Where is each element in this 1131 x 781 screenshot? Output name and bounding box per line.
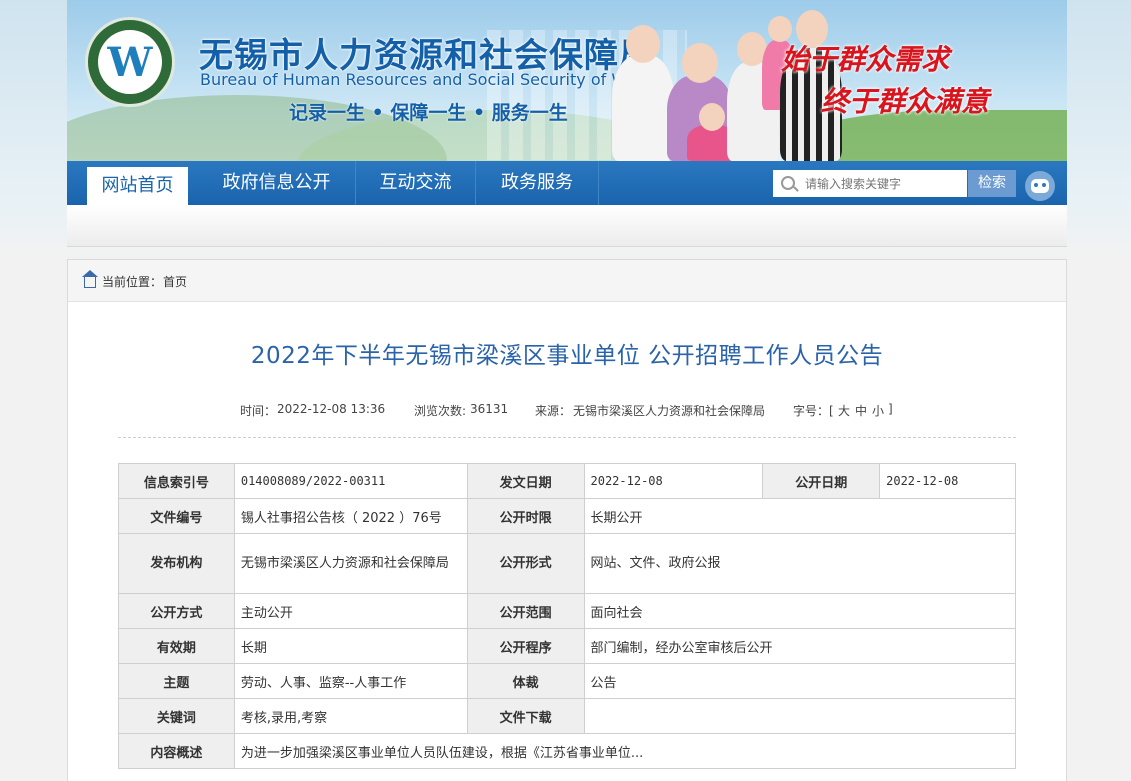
- article-title: 2022年下半年无锡市梁溪区事业单位 公开招聘工作人员公告: [250, 343, 884, 369]
- download-link[interactable]: [583, 698, 1016, 734]
- publisher-value: 无锡市梁溪区人力资源和社会保障局: [233, 533, 468, 594]
- validity-label: 有效期: [118, 628, 235, 664]
- open-period-label: 公开时限: [466, 498, 585, 534]
- validity-value: 长期: [233, 628, 468, 664]
- publisher-label: 发布机构: [118, 533, 235, 594]
- search-button[interactable]: 检索: [968, 170, 1016, 197]
- doc-no-label: 文件编号: [118, 498, 235, 534]
- family-photo: [612, 0, 842, 161]
- open-form-value: 网站、文件、政府公报: [583, 533, 1016, 594]
- home-icon: [82, 270, 98, 288]
- open-mode-value: 主动公开: [233, 593, 468, 629]
- header-banner: W 无锡市人力资源和社会保障局 Bureau of Human Resource…: [67, 0, 1067, 161]
- views-label: 浏览次数:: [414, 404, 467, 418]
- open-procedure-label: 公开程序: [466, 628, 585, 664]
- table-row: 公开方式 主动公开 公开范围 面向社会: [118, 593, 1016, 629]
- time-label: 时间：: [240, 404, 277, 418]
- open-period-value: 长期公开: [583, 498, 1016, 534]
- issue-date-label: 发文日期: [466, 463, 585, 499]
- font-size-end: ]: [888, 402, 893, 416]
- person-figure: [612, 25, 674, 161]
- info-table: 信息索引号 014008089/2022-00311 发文日期 2022-12-…: [118, 463, 1017, 769]
- breadcrumb: 当前位置： 首页: [68, 260, 1066, 302]
- view-count: 36131: [470, 402, 509, 416]
- nav-item-gov-services[interactable]: 政务服务: [476, 161, 599, 205]
- robot-assistant-icon[interactable]: [1025, 171, 1055, 201]
- open-form-label: 公开形式: [466, 533, 585, 594]
- bureau-logo[interactable]: W: [85, 17, 175, 107]
- breadcrumb-label: 当前位置：: [102, 275, 163, 289]
- index-no-label: 信息索引号: [118, 463, 235, 499]
- table-row: 发布机构 无锡市梁溪区人力资源和社会保障局 公开形式 网站、文件、政府公报: [118, 533, 1016, 594]
- download-label: 文件下载: [466, 698, 585, 734]
- open-procedure-value: 部门编制，经办公室审核后公开: [583, 628, 1016, 664]
- publish-time: 2022-12-08 13:36: [277, 402, 386, 416]
- subject-value: 劳动、人事、监察--人事工作: [233, 663, 468, 699]
- logo-mark-icon: W: [98, 30, 162, 94]
- motto-line-1: 始于群众需求: [781, 43, 950, 76]
- meta-divider: [118, 437, 1016, 438]
- nav-item-interaction[interactable]: 互动交流: [356, 161, 476, 205]
- font-size-large-button[interactable]: 大: [838, 402, 850, 419]
- main-nav: 网站首页 政府信息公开 互动交流 政务服务 检索: [67, 161, 1067, 205]
- font-size-medium-button[interactable]: 中: [855, 402, 867, 419]
- table-row: 主题 劳动、人事、监察--人事工作 体裁 公告: [118, 663, 1016, 699]
- open-date-value: 2022-12-08: [879, 463, 1016, 499]
- source-label: 来源：: [535, 404, 572, 418]
- font-size-small-button[interactable]: 小: [872, 402, 884, 419]
- keywords-label: 关键词: [118, 698, 235, 734]
- open-scope-value: 面向社会: [583, 593, 1016, 629]
- table-row: 文件编号 锡人社事招公告核（ 2022 ）76号 公开时限 长期公开: [118, 498, 1016, 534]
- doc-no-value: 锡人社事招公告核（ 2022 ）76号: [233, 498, 468, 534]
- table-row: 有效期 长期 公开程序 部门编制，经办公室审核后公开: [118, 628, 1016, 664]
- genre-label: 体裁: [466, 663, 585, 699]
- keywords-value: 考核,录用,考察: [233, 698, 468, 734]
- content-panel: 当前位置： 首页 2022年下半年无锡市梁溪区事业单位 公开招聘工作人员公告 时…: [67, 259, 1067, 781]
- nav-item-home[interactable]: 网站首页: [87, 167, 188, 205]
- issue-date-value: 2022-12-08: [583, 463, 764, 499]
- subject-label: 主题: [118, 663, 235, 699]
- search-input[interactable]: [773, 170, 967, 197]
- nav-item-gov-info[interactable]: 政府信息公开: [198, 161, 356, 205]
- slogan: 记录一生 • 保障一生 • 服务一生: [289, 102, 568, 124]
- sub-nav-bar: [67, 205, 1067, 247]
- index-no-value: 014008089/2022-00311: [233, 463, 468, 499]
- genre-value: 公告: [583, 663, 1016, 699]
- site-title-en: Bureau of Human Resources and Social Sec…: [200, 70, 653, 89]
- breadcrumb-home-link[interactable]: 首页: [163, 273, 187, 290]
- table-row: 内容概述 为进一步加强梁溪区事业单位人员队伍建设，根据《江苏省事业单位...: [118, 733, 1017, 769]
- search-icon: [781, 176, 795, 190]
- font-size-label: 字号：[: [793, 404, 834, 418]
- open-mode-label: 公开方式: [118, 593, 235, 629]
- summary-label: 内容概述: [118, 733, 235, 769]
- summary-value: 为进一步加强梁溪区事业单位人员队伍建设，根据《江苏省事业单位...: [233, 733, 1017, 769]
- table-row: 关键词 考核,录用,考察 文件下载: [118, 698, 1016, 734]
- open-date-label: 公开日期: [762, 463, 881, 499]
- open-scope-label: 公开范围: [466, 593, 585, 629]
- motto-line-2: 终于群众满意: [821, 85, 990, 118]
- article-source: 无锡市梁溪区人力资源和社会保障局: [573, 404, 766, 418]
- table-row: 信息索引号 014008089/2022-00311 发文日期 2022-12-…: [118, 463, 1016, 499]
